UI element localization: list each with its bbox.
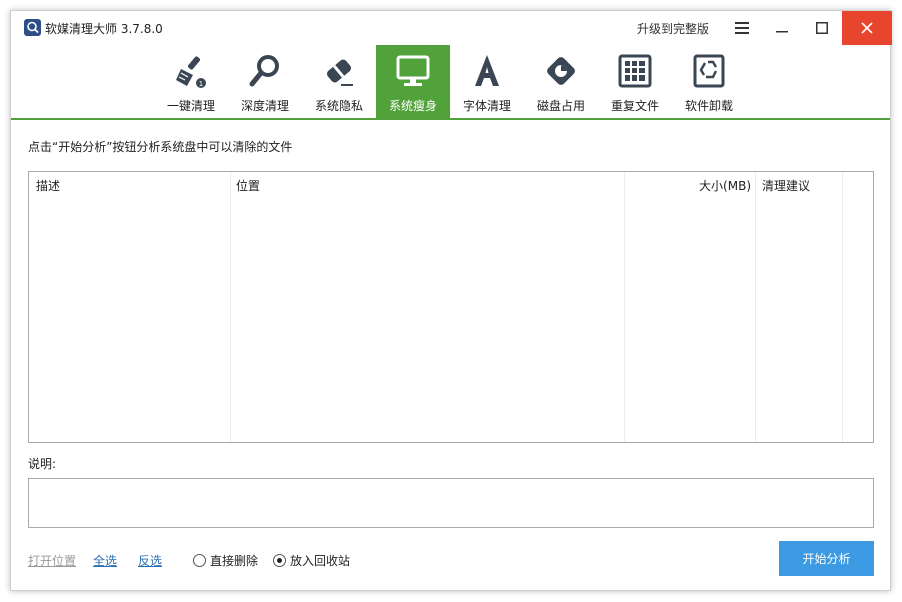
grid-file-icon xyxy=(618,54,652,88)
app-logo-icon xyxy=(24,19,41,36)
column-header-location[interactable]: 位置 xyxy=(236,177,260,194)
tool-duplicate-files[interactable]: 重复文件 xyxy=(598,45,672,118)
app-window: 软媒清理大师 3.7.8.0 升级到完整版 1 一键清理 深度清理 系统隐私 系… xyxy=(10,10,892,591)
radio-circle[interactable] xyxy=(193,553,206,567)
minimize-icon xyxy=(776,31,788,33)
close-icon xyxy=(861,22,873,34)
radio-recycle-bin[interactable]: 放入回收站 xyxy=(273,552,350,568)
tool-label: 系统隐私 xyxy=(314,99,363,113)
column-divider xyxy=(842,172,843,442)
minimize-button[interactable] xyxy=(761,11,803,45)
upgrade-link[interactable]: 升级到完整版 xyxy=(637,20,709,37)
main-toolbar: 1 一键清理 深度清理 系统隐私 系统瘦身 字体清理 磁盘占用 重复文件 软件卸… xyxy=(11,45,890,120)
start-analysis-button[interactable]: 开始分析 xyxy=(779,541,874,576)
tool-system-privacy[interactable]: 系统隐私 xyxy=(302,45,376,118)
close-button[interactable] xyxy=(842,11,892,45)
tool-system-slim[interactable]: 系统瘦身 xyxy=(376,45,450,118)
column-divider xyxy=(230,172,231,442)
tool-one-click-clean[interactable]: 1 一键清理 xyxy=(154,45,228,118)
disk-pie-icon xyxy=(547,57,575,85)
column-header-suggestion[interactable]: 清理建议 xyxy=(762,177,810,194)
eraser-icon xyxy=(326,59,353,86)
tool-label: 深度清理 xyxy=(240,99,289,113)
radio-circle-selected[interactable] xyxy=(273,553,286,567)
maximize-button[interactable] xyxy=(801,11,843,45)
recycle-icon xyxy=(693,54,725,88)
column-header-description[interactable]: 描述 xyxy=(36,177,60,194)
column-divider xyxy=(624,172,625,442)
open-location-link[interactable]: 打开位置 xyxy=(28,552,76,569)
column-divider xyxy=(755,172,756,442)
tool-uninstall[interactable]: 软件卸载 xyxy=(672,45,746,118)
tool-label: 重复文件 xyxy=(610,99,659,113)
select-all-link[interactable]: 全选 xyxy=(93,552,117,569)
file-list-table[interactable]: 描述 位置 大小(MB) 清理建议 xyxy=(28,171,874,443)
menu-button[interactable] xyxy=(721,11,763,45)
tool-label: 磁盘占用 xyxy=(536,99,585,113)
description-label: 说明: xyxy=(28,457,57,471)
tool-label: 一键清理 xyxy=(166,99,215,113)
tool-label: 系统瘦身 xyxy=(388,99,437,113)
window-title: 软媒清理大师 3.7.8.0 xyxy=(45,22,163,36)
tool-label: 字体清理 xyxy=(462,99,511,113)
radio-label: 放入回收站 xyxy=(290,553,351,568)
tool-disk-usage[interactable]: 磁盘占用 xyxy=(524,45,598,118)
magnifier-icon xyxy=(249,55,279,87)
svg-text:1: 1 xyxy=(199,80,203,88)
broom-icon: 1 xyxy=(176,56,206,88)
description-box xyxy=(28,478,874,528)
font-a-icon xyxy=(475,55,499,86)
radio-direct-delete[interactable]: 直接删除 xyxy=(193,552,258,568)
tool-deep-clean[interactable]: 深度清理 xyxy=(228,45,302,118)
invert-selection-link[interactable]: 反选 xyxy=(138,552,162,569)
monitor-icon xyxy=(396,55,430,86)
column-header-size[interactable]: 大小(MB) xyxy=(629,177,751,194)
title-bar: 软媒清理大师 3.7.8.0 升级到完整版 xyxy=(11,11,892,45)
tool-label: 软件卸载 xyxy=(684,99,733,113)
instruction-text: 点击“开始分析”按钮分析系统盘中可以清除的文件 xyxy=(28,140,293,154)
maximize-icon xyxy=(816,22,828,34)
tool-font-clean[interactable]: 字体清理 xyxy=(450,45,524,118)
hamburger-icon xyxy=(735,22,749,34)
radio-label: 直接删除 xyxy=(210,553,259,568)
